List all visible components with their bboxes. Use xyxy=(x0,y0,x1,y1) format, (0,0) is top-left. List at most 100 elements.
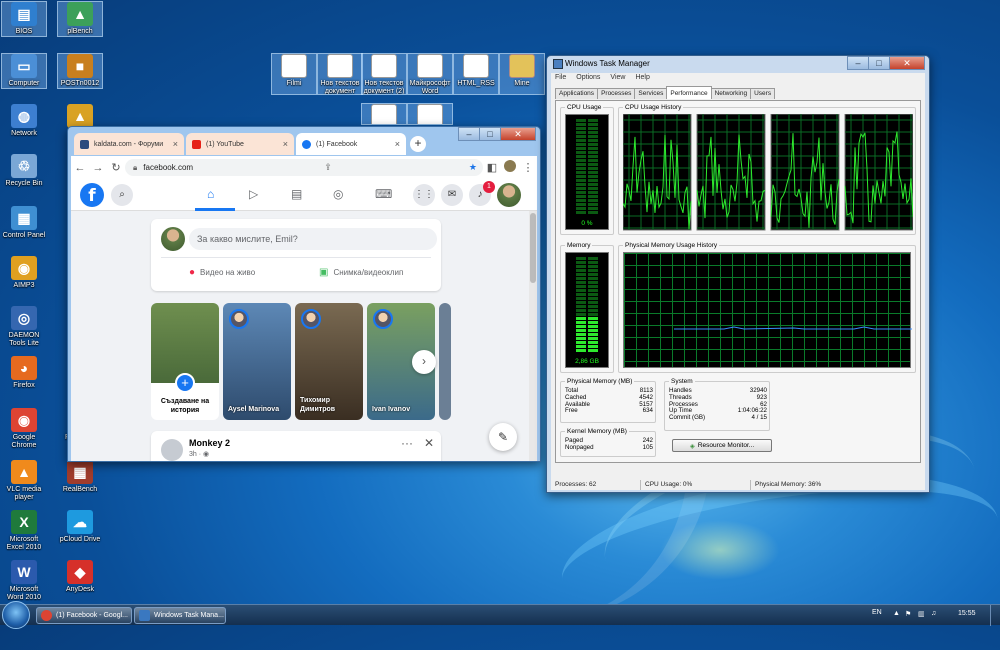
live-video-button[interactable]: ● Видео на живо xyxy=(189,267,255,278)
post-author[interactable]: Monkey 2 xyxy=(189,438,230,448)
minimize-button[interactable]: – xyxy=(847,56,869,70)
facebook-favicon-icon xyxy=(302,139,311,149)
desktop-icon[interactable]: ■ POSTn0012 xyxy=(57,53,103,89)
show-hidden-icons-icon[interactable]: ▲ xyxy=(893,610,900,617)
language-indicator[interactable]: EN xyxy=(872,609,882,616)
desktop-icon[interactable]: ▲ plBench xyxy=(57,1,103,37)
network-icon[interactable]: ▥ xyxy=(918,610,925,618)
taskbar-chrome-button[interactable]: (1) Facebook - Googl... xyxy=(36,607,132,624)
new-tab-button[interactable]: + xyxy=(410,136,426,152)
desktop-icon-label: DAEMON Tools Lite xyxy=(8,332,40,347)
desktop-icon[interactable]: ◉ AIMP3 xyxy=(2,256,46,290)
menu-file[interactable]: File xyxy=(555,74,566,84)
photo-video-button[interactable]: ▣ Снимка/видеоклип xyxy=(319,267,403,278)
meter-segment xyxy=(576,127,598,130)
forward-arrow-icon[interactable]: → xyxy=(89,162,107,174)
desktop-icon[interactable]: ◆ AnyDesk xyxy=(58,560,102,594)
gaming-icon[interactable]: ⌨ xyxy=(375,187,392,201)
desktop-icon[interactable]: ▦ Control Panel xyxy=(2,206,46,240)
sidepanel-icon[interactable]: ◧ xyxy=(483,161,501,174)
create-story-card[interactable]: + Създаване на история xyxy=(151,303,219,420)
reload-icon[interactable]: ↻ xyxy=(107,161,125,174)
desktop-icon[interactable]: ♲ Recycle Bin xyxy=(2,154,46,188)
story-card[interactable]: Aysel Marinova xyxy=(223,303,291,420)
url-input[interactable]: 🔒︎ facebook.com ⇪ ★ xyxy=(125,159,483,176)
tab-processes[interactable]: Processes xyxy=(597,88,636,99)
taskbar-taskmanager-button[interactable]: Windows Task Mana... xyxy=(134,607,226,624)
show-desktop-button[interactable] xyxy=(990,605,1000,626)
desktop-icon[interactable]: ▦ RealBench xyxy=(58,460,102,494)
maximize-button[interactable]: □ xyxy=(479,127,501,141)
close-window-button[interactable]: ✕ xyxy=(889,56,925,70)
desktop-icon[interactable]: W Microsoft Word 2010 xyxy=(2,560,46,602)
marketplace-icon[interactable]: ▤ xyxy=(291,187,302,201)
close-icon[interactable]: × xyxy=(395,139,400,149)
close-window-button[interactable]: ✕ xyxy=(500,127,536,141)
next-story-chevron-icon[interactable]: › xyxy=(412,350,436,374)
desktop-file-label: HTML_RSS xyxy=(457,80,495,87)
desktop-icon[interactable]: ◍ Network xyxy=(2,104,46,138)
desktop-file-label: Нов текстов документ xyxy=(320,80,360,94)
desktop-file[interactable]: Нов текстов документ xyxy=(317,53,363,95)
document-icon xyxy=(371,104,397,124)
share-icon[interactable]: ⇪ xyxy=(324,162,332,173)
desktop-icon[interactable]: ▤ BIOS xyxy=(1,1,47,37)
composer-input[interactable]: За какво мислите, Emil? xyxy=(189,228,437,250)
facebook-logo-icon[interactable]: f xyxy=(80,183,104,207)
desktop-icon[interactable]: ◉ Google Chrome xyxy=(2,408,46,450)
desktop-icon[interactable]: X Microsoft Excel 2010 xyxy=(2,510,46,552)
meter-segment xyxy=(576,273,598,276)
desktop-file[interactable]: Нов текстов документ (2) xyxy=(361,53,407,95)
desktop-file[interactable] xyxy=(361,103,407,125)
desktop-file[interactable]: Майкрософт Word xyxy=(407,53,453,95)
groups-icon[interactable]: ◎ xyxy=(333,187,343,201)
tab-applications[interactable]: Applications xyxy=(555,88,599,99)
resource-monitor-button[interactable]: ◈ Resource Monitor... xyxy=(672,439,772,452)
account-avatar[interactable] xyxy=(497,183,521,207)
desktop-icon[interactable]: ◎ DAEMON Tools Lite xyxy=(2,306,46,348)
scrollbar[interactable] xyxy=(529,211,537,461)
back-arrow-icon[interactable]: ← xyxy=(71,162,89,174)
meter-segment xyxy=(576,207,598,210)
story-name: Ivan Ivanov xyxy=(372,406,411,413)
desktop-icon-label: Microsoft Word 2010 xyxy=(6,586,42,601)
tab-youtube[interactable]: (1) YouTube × xyxy=(186,133,294,155)
desktop-icon[interactable]: ▭ Computer xyxy=(1,53,47,89)
tab-users[interactable]: Users xyxy=(750,88,776,99)
volume-icon[interactable]: ♫ xyxy=(931,610,936,617)
close-icon[interactable]: × xyxy=(283,139,288,149)
desktop-icon[interactable]: ◕ Firefox xyxy=(2,356,46,390)
desktop-icon[interactable]: ☁ pCloud Drive xyxy=(58,510,102,544)
desktop-file[interactable]: Filmi xyxy=(271,53,317,95)
tab-networking[interactable]: Networking xyxy=(710,88,752,99)
tab-facebook[interactable]: (1) Facebook × xyxy=(296,133,406,155)
new-message-icon[interactable]: ✎ xyxy=(489,423,517,451)
document-icon xyxy=(371,54,397,78)
clock[interactable]: 15:55 xyxy=(958,610,976,617)
watch-icon[interactable]: ▷ xyxy=(249,187,258,201)
desktop-file[interactable]: Mine xyxy=(499,53,545,95)
flag-icon[interactable]: ⚑ xyxy=(905,610,911,618)
home-icon[interactable]: ⌂ xyxy=(207,187,214,201)
minimize-button[interactable]: – xyxy=(458,127,480,141)
menu-help[interactable]: Help xyxy=(635,74,649,84)
profile-avatar[interactable] xyxy=(501,160,519,175)
tab-kaldata[interactable]: kaldata.com - Форуми × xyxy=(74,133,184,155)
tab-services[interactable]: Services xyxy=(634,88,668,99)
menu-grid-icon[interactable]: ⋮⋮ xyxy=(413,184,435,206)
search-icon[interactable]: ⌕ xyxy=(111,184,133,206)
post-options-icon[interactable]: ··· xyxy=(401,436,413,450)
menu-view[interactable]: View xyxy=(610,74,625,84)
desktop-file[interactable] xyxy=(407,103,453,125)
close-icon[interactable]: × xyxy=(173,139,178,149)
desktop-file[interactable]: HTML_RSS xyxy=(453,53,499,95)
close-icon[interactable]: ✕ xyxy=(424,436,434,450)
desktop-icon[interactable]: ▲ VLC media player xyxy=(2,460,46,502)
messenger-icon[interactable]: ✉ xyxy=(441,184,463,206)
menu-kebab-icon[interactable]: ⋮ xyxy=(519,161,537,174)
story-card[interactable]: Тихомир Димитров xyxy=(295,303,363,420)
tab-performance[interactable]: Performance xyxy=(666,86,712,99)
menu-options[interactable]: Options xyxy=(576,74,600,84)
maximize-button[interactable]: □ xyxy=(868,56,890,70)
bookmark-star-icon[interactable]: ★ xyxy=(469,162,477,173)
